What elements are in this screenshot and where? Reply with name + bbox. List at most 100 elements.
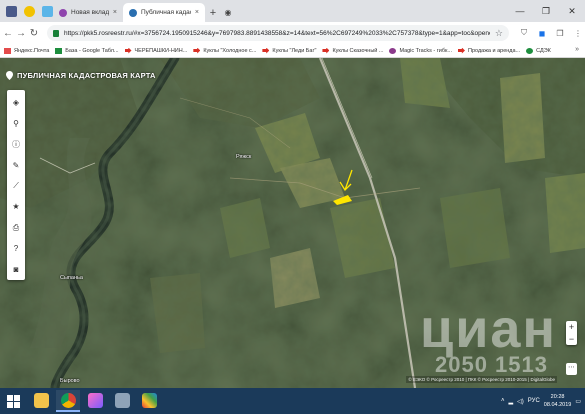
reload-icon[interactable]: ↻ <box>29 25 39 41</box>
map-title-text: ПУБЛИЧНАЯ КАДАСТРОВАЯ КАРТА <box>17 71 156 80</box>
map-place-label: Сыпаньа <box>60 275 83 281</box>
tab-favicon-icon <box>59 8 67 17</box>
bookmark-label: Куклы "Леди Баг" <box>272 47 317 54</box>
network-icon[interactable]: ▂ <box>509 398 514 405</box>
system-tray: ˄ ▂ ◁) РУС 20:28 08.04.2019 ▭ <box>501 388 581 414</box>
bookmark-label: Куклы "Холодное с... <box>203 47 257 54</box>
folder-icon <box>33 392 49 408</box>
window-controls: — ❐ ✕ <box>507 0 585 22</box>
tray-expand-icon[interactable]: ˄ <box>501 398 505 404</box>
info-icon[interactable]: ⓘ <box>7 134 25 155</box>
map-view[interactable]: ПУБЛИЧНАЯ КАДАСТРОВАЯ КАРТА Ряжск Сыпань… <box>0 58 585 388</box>
address-bar[interactable]: https://pkk5.rosreestr.ru/#x=3756724.195… <box>47 25 509 41</box>
bookmark-item[interactable]: Продажа и аренда... <box>458 47 520 54</box>
tab-strip: Новая вкладка × Публичная кадастро × + ◉… <box>0 0 585 22</box>
bookmark-label: База - Google Табл... <box>65 47 119 54</box>
bookmark-item[interactable]: База - Google Табл... <box>55 47 119 54</box>
bookmark-item[interactable]: Magic Tracks - гибк... <box>389 47 452 54</box>
bookmark-item[interactable]: СДЭК <box>526 47 551 54</box>
zoom-out-button[interactable]: − <box>566 333 577 345</box>
back-icon[interactable]: ← <box>3 25 13 41</box>
tab-label: Публичная кадастро <box>141 9 191 16</box>
bookmark-item[interactable]: ЧЕРЕПАШКИ-НИН... <box>124 47 188 54</box>
bookmark-item[interactable]: Куклы Сказочный ... <box>322 47 384 54</box>
cdek-icon <box>526 47 534 54</box>
window-close-icon[interactable]: ✕ <box>559 0 585 22</box>
new-tab-button[interactable]: + <box>205 3 221 22</box>
clock-date: 08.04.2019 <box>543 402 572 408</box>
bookmark-item[interactable]: Яндекс.Почта <box>4 47 50 54</box>
url-text[interactable]: https://pkk5.rosreestr.ru/#x=3756724.195… <box>64 30 490 37</box>
bookmark-label: Magic Tracks - гибк... <box>399 47 452 54</box>
tab-new[interactable]: Новая вкладка × <box>53 3 123 22</box>
map-title: ПУБЛИЧНАЯ КАДАСТРОВАЯ КАРТА <box>6 71 156 80</box>
close-icon[interactable]: × <box>113 9 117 16</box>
zoom-in-button[interactable]: + <box>566 321 577 333</box>
map-toolbar: ◈ ⚲ ⓘ ✎ ⟋ ★ ⎙ ? ◙ <box>7 90 25 280</box>
tab-strip-extensions <box>0 0 53 22</box>
bookmark-star-icon[interactable]: ☆ <box>495 28 503 39</box>
chrome-icon <box>60 392 76 408</box>
app-icon-2[interactable] <box>24 5 35 17</box>
tab-label: Новая вкладка <box>71 9 109 16</box>
menu-icon[interactable]: ⋮ <box>571 26 585 40</box>
bookmark-item[interactable]: Куклы "Леди Баг" <box>262 47 317 54</box>
zoom-control: + − <box>566 321 577 345</box>
extension-icon[interactable]: ◼ <box>535 26 549 40</box>
search-icon[interactable]: ⚲ <box>7 113 25 134</box>
pencil-icon[interactable]: ✎ <box>7 155 25 176</box>
windows-logo-icon <box>6 394 20 408</box>
map-place-label: Бырово <box>60 378 80 384</box>
bookmark-label: Яндекс.Почта <box>14 47 50 54</box>
app-icon-3[interactable] <box>42 5 53 17</box>
windows-start-button[interactable] <box>0 388 26 414</box>
arrow-icon <box>458 47 465 54</box>
taskbar-chrome[interactable] <box>56 390 80 412</box>
navigation-bar: ← → ↻ https://pkk5.rosreestr.ru/#x=37567… <box>0 22 585 44</box>
copy-icon[interactable]: ❐ <box>553 26 567 40</box>
volume-icon[interactable]: ◁) <box>517 398 524 405</box>
tab-cadastral[interactable]: Публичная кадастро × <box>123 3 205 22</box>
bookmark-icon <box>4 47 11 54</box>
bookmarks-bar: Яндекс.Почта База - Google Табл... ЧЕРЕП… <box>0 44 585 58</box>
clock-time: 20:28 <box>550 394 565 400</box>
cian-watermark: циан 2050 1513 <box>380 296 570 386</box>
star-icon[interactable]: ★ <box>7 196 25 217</box>
shield-icon[interactable]: ⛉ <box>517 26 531 40</box>
tab-favicon-icon <box>129 8 137 17</box>
bookmark-item[interactable]: Куклы "Холодное с... <box>193 47 257 54</box>
bookmark-label: Куклы Сказочный ... <box>332 47 384 54</box>
taskbar-explorer[interactable] <box>29 390 53 412</box>
maximize-icon[interactable]: ❐ <box>533 0 559 22</box>
magic-tracks-icon <box>389 47 397 54</box>
measure-icon[interactable]: ⟋ <box>7 176 25 197</box>
print-icon[interactable]: ⎙ <box>7 217 25 238</box>
camera-icon[interactable]: ◙ <box>7 259 25 280</box>
paint3d-icon <box>87 392 103 408</box>
app-icon-1[interactable] <box>6 5 17 17</box>
layers-icon[interactable]: ◈ <box>7 92 25 113</box>
forward-icon[interactable]: → <box>16 25 26 41</box>
taskbar-paint3d[interactable] <box>83 390 107 412</box>
bookmark-label: СДЭК <box>536 47 551 54</box>
files-icon <box>114 392 130 408</box>
watermark-word: циан <box>420 299 558 359</box>
language-indicator[interactable]: РУС <box>528 398 540 404</box>
bookmark-label: ЧЕРЕПАШКИ-НИН... <box>134 47 188 54</box>
map-pin-icon <box>6 71 13 80</box>
clock[interactable]: 20:28 08.04.2019 <box>544 393 572 409</box>
bookmarks-more-button[interactable]: » <box>575 46 579 53</box>
minimize-icon[interactable]: — <box>507 0 533 22</box>
taskbar-files[interactable] <box>110 390 134 412</box>
watermark-number: 2050 1513 <box>435 352 548 377</box>
arrow-icon <box>193 47 201 54</box>
arrow-icon <box>124 47 132 54</box>
notifications-icon[interactable]: ▭ <box>575 398 581 405</box>
taskbar-gallery[interactable] <box>137 390 161 412</box>
more-options-button[interactable]: ⋯ <box>566 363 577 375</box>
map-attribution: © ЕЭКО © Росреестр 2010 | ПКК © Росреест… <box>406 376 557 383</box>
sheets-icon <box>55 47 63 54</box>
help-icon[interactable]: ? <box>7 238 25 259</box>
tab-search-icon[interactable]: ◉ <box>221 3 235 22</box>
close-icon[interactable]: × <box>195 9 199 16</box>
